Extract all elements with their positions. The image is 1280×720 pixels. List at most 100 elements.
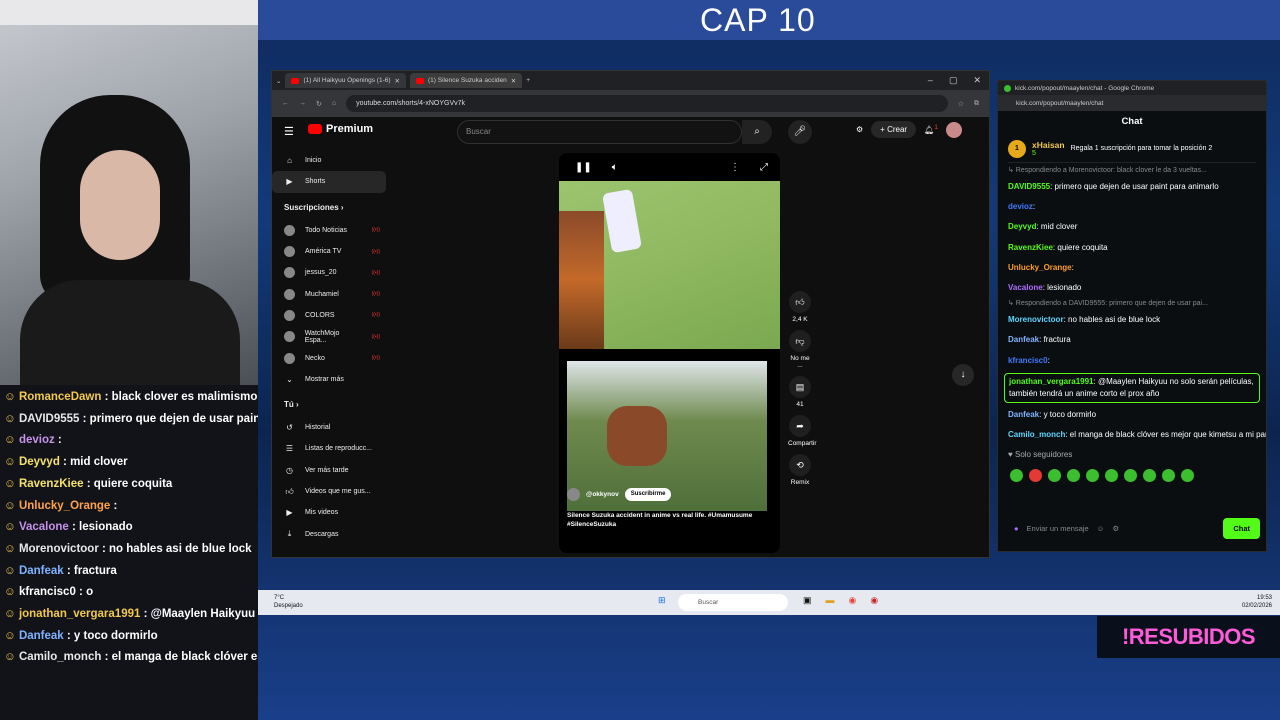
like-action[interactable]: 👍︎ 2,4 K bbox=[788, 291, 812, 323]
subscribe-button[interactable]: Suscribirme bbox=[624, 488, 672, 501]
emote-icon[interactable] bbox=[1105, 469, 1118, 483]
sidebar-item-subscription[interactable]: Todo Noticias ((•)) bbox=[272, 220, 386, 241]
reload-icon[interactable]: ↻ bbox=[316, 100, 322, 108]
emote-icon[interactable] bbox=[1029, 469, 1042, 483]
close-tab-icon[interactable]: ✕ bbox=[511, 77, 516, 85]
emote-icon[interactable] bbox=[1124, 469, 1137, 483]
mic-icon[interactable]: ● bbox=[1014, 524, 1019, 533]
kick-url-bar[interactable]: kick.com/popout/maaylen/chat bbox=[998, 95, 1266, 111]
chat-username[interactable]: Danfeak bbox=[1008, 410, 1039, 419]
sidebar-item-subscription[interactable]: Muchamiel ((•)) bbox=[272, 283, 386, 304]
shorts-player[interactable]: ❚❚ 🔈︎ ⋮ ⤢ @okkynov Suscribirme Silence S… bbox=[559, 153, 780, 553]
chat-input[interactable]: Enviar un mensaje bbox=[1027, 524, 1089, 533]
settings-icon[interactable]: ⚙ bbox=[1112, 524, 1119, 533]
remix-action[interactable]: ⟲ Remix bbox=[788, 454, 812, 486]
chat-message-row: devioz: bbox=[998, 197, 1266, 217]
app-icon[interactable]: ◉ bbox=[870, 595, 878, 606]
chat-username[interactable]: DAVID9555 bbox=[1008, 182, 1050, 191]
sidebar-item-subscription[interactable]: Necko ((•)) bbox=[272, 347, 386, 368]
chat-message: : primero que dejen de usar paint p bbox=[79, 412, 258, 425]
maximize-icon[interactable]: ▢ bbox=[949, 75, 958, 86]
system-tray-clock[interactable]: 19:53 02/02/2026 bbox=[1242, 594, 1272, 610]
you-header[interactable]: Tú › bbox=[272, 393, 392, 417]
close-window-icon[interactable]: ✕ bbox=[973, 75, 981, 86]
more-options-icon[interactable]: ⋮ bbox=[730, 162, 740, 173]
chat-username: RomanceDawn bbox=[18, 391, 102, 403]
comments-action[interactable]: ▤ 41 bbox=[788, 376, 812, 408]
volume-icon[interactable]: 🔈︎ bbox=[612, 162, 618, 173]
create-button[interactable]: + Crear bbox=[871, 121, 917, 138]
minimize-icon[interactable]: – bbox=[928, 75, 933, 86]
sidebar-item-subscription[interactable]: WatchMojo Espa... ((•)) bbox=[272, 326, 386, 347]
sidebar-item-subscription[interactable]: América TV ((•)) bbox=[272, 241, 386, 262]
taskbar-search[interactable]: Buscar bbox=[678, 594, 788, 611]
sidebar-item-subscription[interactable]: COLORS ((•)) bbox=[272, 305, 386, 326]
task-view-icon[interactable]: ▣ bbox=[803, 595, 812, 606]
chat-username[interactable]: Unlucky_Orange bbox=[1008, 263, 1072, 272]
bookmark-star-icon[interactable]: ☆ bbox=[958, 100, 964, 108]
hamburger-menu-icon[interactable]: ☰ bbox=[284, 125, 294, 138]
notifications-bell-icon[interactable]: 🔔︎1 bbox=[924, 124, 938, 135]
emote-icon[interactable] bbox=[1067, 469, 1080, 483]
fullscreen-icon[interactable]: ⤢ bbox=[760, 162, 780, 173]
back-icon[interactable]: ← bbox=[282, 100, 289, 107]
sidebar-item-you[interactable]: ⤓ Descargas bbox=[272, 523, 386, 544]
chat-username[interactable]: Vacalone bbox=[1008, 283, 1043, 292]
emoji-icon[interactable]: ☺ bbox=[1097, 524, 1105, 533]
search-button[interactable]: ⌕ bbox=[742, 120, 772, 144]
playlist-icon: ☰ bbox=[285, 444, 294, 454]
emote-icon[interactable] bbox=[1162, 469, 1175, 483]
weather-widget[interactable]: 7°C Despejado bbox=[274, 594, 303, 610]
share-action[interactable]: ➦ Compartir bbox=[788, 415, 817, 447]
folder-icon[interactable]: ▬ bbox=[826, 595, 835, 606]
sidebar-item-shorts[interactable]: ▶ Shorts bbox=[272, 171, 386, 193]
close-tab-icon[interactable]: ✕ bbox=[395, 77, 400, 85]
emote-icon[interactable] bbox=[1181, 469, 1194, 483]
channel-name[interactable]: @okkynov bbox=[586, 490, 619, 499]
emote-icon[interactable] bbox=[1048, 469, 1061, 483]
home-icon[interactable]: ⌂ bbox=[332, 100, 336, 107]
tab-list-icon[interactable]: ⌄ bbox=[276, 77, 281, 85]
chat-username[interactable]: kfrancisc0 bbox=[1008, 356, 1048, 365]
sidebar-item-label: jessus_20 bbox=[305, 269, 337, 277]
chat-username[interactable]: Deyvyd bbox=[1008, 222, 1036, 231]
gear-icon[interactable]: ⚙ bbox=[856, 125, 863, 134]
next-short-button[interactable]: ↓ bbox=[952, 364, 974, 386]
chat-username[interactable]: Morenovictoor bbox=[1008, 315, 1064, 324]
sidebar-item-you[interactable]: ◷ Ver más tarde bbox=[272, 460, 386, 481]
chat-username[interactable]: devioz bbox=[1008, 202, 1033, 211]
url-field[interactable]: youtube.com/shorts/4-xNOYGVv7k bbox=[346, 95, 948, 112]
subscriptions-header[interactable]: Suscripciones › bbox=[272, 196, 392, 220]
avatar[interactable] bbox=[945, 121, 962, 138]
chrome-icon[interactable]: ◉ bbox=[849, 595, 857, 606]
emote-icon[interactable] bbox=[1010, 469, 1023, 483]
chat-username[interactable]: Danfeak bbox=[1008, 335, 1039, 344]
youtube-logo[interactable]: Premium bbox=[308, 123, 373, 135]
browser-tab-active[interactable]: (1) Silence Suzuka acciden ✕ bbox=[409, 73, 523, 88]
emote-icon[interactable] bbox=[1086, 469, 1099, 483]
sidebar-item-label: Listas de reproducc... bbox=[305, 445, 372, 453]
sidebar-item-you[interactable]: ☰ Listas de reproducc... bbox=[272, 438, 386, 459]
chat-username[interactable]: Camilo_monch bbox=[1008, 430, 1065, 439]
windows-start-icon[interactable]: ⊞ bbox=[658, 595, 666, 606]
new-tab-icon[interactable]: + bbox=[526, 77, 530, 84]
extensions-icon[interactable]: ⧉ bbox=[974, 100, 979, 108]
show-more-button[interactable]: ⌄ Mostrar más bbox=[272, 369, 386, 390]
forward-icon[interactable]: → bbox=[299, 100, 306, 107]
sidebar-item-subscription[interactable]: jessus_20 ((•)) bbox=[272, 262, 386, 283]
search-input[interactable]: Buscar bbox=[457, 120, 742, 144]
browser-tab[interactable]: (1) All Haikyuu Openings (1-6) ✕ bbox=[285, 73, 406, 88]
sidebar-item-label: América TV bbox=[305, 248, 342, 256]
dislike-action[interactable]: 👎︎ No me ... bbox=[788, 330, 812, 369]
sidebar-item-you[interactable]: 👍︎ Videos que me gus... bbox=[272, 481, 386, 502]
sidebar-item-you[interactable]: ↺ Historial bbox=[272, 417, 386, 438]
sidebar-item-you[interactable]: ▶ Mis videos bbox=[272, 502, 386, 523]
sidebar-item-inicio[interactable]: ⌂ Inicio bbox=[272, 150, 386, 171]
send-chat-button[interactable]: Chat bbox=[1223, 517, 1260, 539]
kick-window-titlebar: kick.com/popout/maaylen/chat - Google Ch… bbox=[998, 81, 1266, 95]
channel-avatar[interactable] bbox=[567, 488, 580, 501]
emote-icon[interactable] bbox=[1143, 469, 1156, 483]
chat-username[interactable]: RavenzKiee bbox=[1008, 243, 1053, 252]
pause-icon[interactable]: ❚❚ bbox=[575, 162, 592, 173]
voice-search-button[interactable]: 🎤︎ bbox=[788, 120, 812, 144]
